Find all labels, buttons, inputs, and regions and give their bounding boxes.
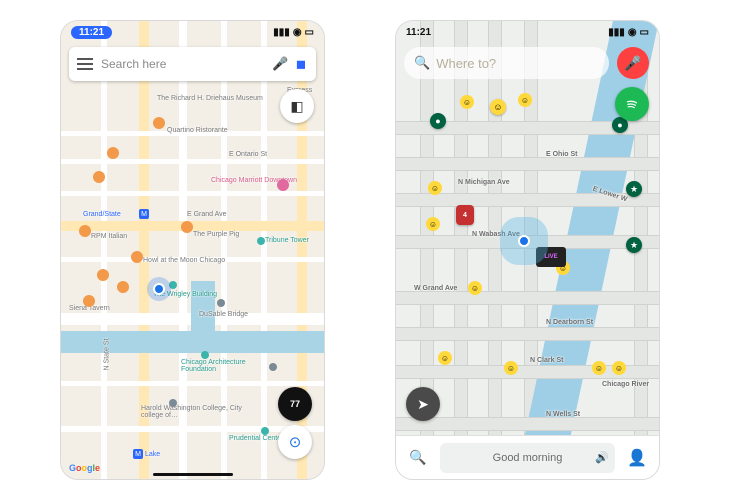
microphone-icon[interactable]: 🎤 xyxy=(272,56,288,72)
food-pin-icon[interactable] xyxy=(93,171,105,183)
transit-grand-state[interactable]: Grand/State xyxy=(83,211,121,218)
status-time: 11:21 xyxy=(71,26,112,39)
status-bar: 11:21 ▮▮▮ ◉ ▭ xyxy=(396,21,659,43)
status-bar: 11:21 ▮▮▮ ◉ ▭ xyxy=(61,21,324,43)
signal-icon: ▮▮▮ xyxy=(608,27,625,38)
carpool-button[interactable]: 👤 xyxy=(623,444,651,472)
food-pin-icon[interactable] xyxy=(181,221,193,233)
directions-icon[interactable]: ◆ xyxy=(292,54,313,75)
grey-pin-icon[interactable] xyxy=(169,399,177,407)
wazer-face-icon[interactable]: ☺ xyxy=(428,181,442,195)
attraction-pin-icon[interactable] xyxy=(169,281,177,289)
food-pin-icon[interactable] xyxy=(117,281,129,293)
wazer-pin-icon[interactable]: ☺ xyxy=(490,99,506,115)
hotel-pin-icon[interactable] xyxy=(277,179,289,191)
food-pin-icon[interactable] xyxy=(153,117,165,129)
street-dearborn: N Dearborn St xyxy=(546,319,593,326)
google-maps-screen: The Richard H. Driehaus Museum Quartino … xyxy=(60,20,325,480)
wazer-face-icon[interactable]: ☺ xyxy=(612,361,626,375)
poi-prudential[interactable]: Prudential Center xyxy=(229,435,283,442)
spotify-button[interactable] xyxy=(615,87,649,121)
attraction-pin-icon[interactable] xyxy=(261,427,269,435)
eta-badge[interactable]: 4 xyxy=(456,205,474,225)
wazer-face-icon[interactable]: ☺ xyxy=(504,361,518,375)
label-chicago-river: Chicago River xyxy=(602,381,649,388)
poi-purple-pig[interactable]: The Purple Pig xyxy=(193,231,239,238)
wazer-face-icon[interactable]: ☺ xyxy=(438,351,452,365)
starbucks-pin-icon[interactable]: ★ xyxy=(626,237,642,253)
street-wabash: N Wabash Ave xyxy=(472,231,520,238)
home-indicator xyxy=(153,473,233,476)
poi-harold[interactable]: Harold Washington College, City college … xyxy=(141,405,251,419)
wazer-face-icon[interactable]: ☺ xyxy=(592,361,606,375)
search-placeholder[interactable]: Search here xyxy=(101,57,264,71)
waze-screen: E Ohio St N Michigan Ave E Lower W N Wab… xyxy=(395,20,660,480)
search-placeholder[interactable]: Where to? xyxy=(436,56,496,71)
food-pin-icon[interactable] xyxy=(79,225,91,237)
food-pin-icon[interactable] xyxy=(97,269,109,281)
search-icon: 🔍 xyxy=(414,55,430,71)
wifi-icon: ◉ xyxy=(628,27,637,38)
poi-quartino[interactable]: Quartino Ristorante xyxy=(167,127,228,134)
transit-pin-icon[interactable]: M xyxy=(139,209,149,219)
compass-button[interactable]: ➤ xyxy=(406,387,440,421)
bottom-search-button[interactable]: 🔍 xyxy=(404,444,432,472)
my-location-button[interactable]: ⊙ xyxy=(278,425,312,459)
street-ohio: E Ohio St xyxy=(546,151,578,158)
wazer-face-icon[interactable]: ☺ xyxy=(460,95,474,109)
venue-live-badge[interactable]: LIVE xyxy=(536,247,566,267)
battery-icon: ▭ xyxy=(305,27,314,38)
search-bar[interactable]: Search here 🎤 ◆ xyxy=(69,47,316,81)
wazer-face-icon[interactable]: ☺ xyxy=(518,93,532,107)
food-pin-icon[interactable] xyxy=(83,295,95,307)
sound-icon[interactable]: 🔊 xyxy=(595,451,609,464)
food-pin-icon[interactable] xyxy=(107,147,119,159)
attraction-pin-icon[interactable] xyxy=(201,351,209,359)
wholefoods-pin-icon[interactable]: ● xyxy=(430,113,446,129)
poi-caf[interactable]: Chicago Architecture Foundation xyxy=(181,359,271,373)
current-location-dot xyxy=(153,283,165,295)
street-grand: E Grand Ave xyxy=(187,211,227,218)
layers-button[interactable]: ◧ xyxy=(280,89,314,123)
street-michigan: N Michigan Ave xyxy=(458,179,510,186)
poi-driehaus[interactable]: The Richard H. Driehaus Museum xyxy=(157,95,263,102)
wazer-face-icon[interactable]: ☺ xyxy=(468,281,482,295)
poi-dusable[interactable]: DuSable Bridge xyxy=(199,311,248,318)
eta-value: 4 xyxy=(463,212,467,219)
attraction-pin-icon[interactable] xyxy=(257,237,265,245)
status-time: 11:21 xyxy=(406,27,431,38)
wifi-icon: ◉ xyxy=(293,27,302,38)
voice-button[interactable]: 🎤 xyxy=(617,47,649,79)
transit-lake[interactable]: Lake xyxy=(145,451,160,458)
transit-pin-icon[interactable]: M xyxy=(133,449,143,459)
greeting-panel[interactable]: Good morning 🔊 xyxy=(440,443,615,473)
hamburger-menu-icon[interactable] xyxy=(77,58,93,70)
google-attribution: Google xyxy=(69,463,100,473)
spotify-icon xyxy=(623,95,641,113)
battery-icon: ▭ xyxy=(640,27,649,38)
street-state: N State St xyxy=(103,339,110,371)
grey-pin-icon[interactable] xyxy=(269,363,277,371)
current-location-dot xyxy=(518,235,530,247)
poi-rpm[interactable]: RPM Italian xyxy=(91,233,127,240)
search-bar[interactable]: 🔍 Where to? xyxy=(404,47,609,79)
starbucks-pin-icon[interactable]: ★ xyxy=(626,181,642,197)
food-pin-icon[interactable] xyxy=(131,251,143,263)
traffic-button[interactable]: 77 xyxy=(278,387,312,421)
poi-howl[interactable]: Howl at the Moon Chicago xyxy=(143,257,225,264)
street-ontario: E Ontario St xyxy=(229,151,267,158)
greeting-text: Good morning xyxy=(493,452,563,464)
bottom-bar: 🔍 Good morning 🔊 👤 xyxy=(396,435,659,479)
wazer-face-icon[interactable]: ☺ xyxy=(426,217,440,231)
street-clark: N Clark St xyxy=(530,357,563,364)
signal-icon: ▮▮▮ xyxy=(273,27,290,38)
street-wells: N Wells St xyxy=(546,411,580,418)
street-grand: W Grand Ave xyxy=(414,285,457,292)
grey-pin-icon[interactable] xyxy=(217,299,225,307)
poi-tribune[interactable]: Tribune Tower xyxy=(265,237,309,244)
